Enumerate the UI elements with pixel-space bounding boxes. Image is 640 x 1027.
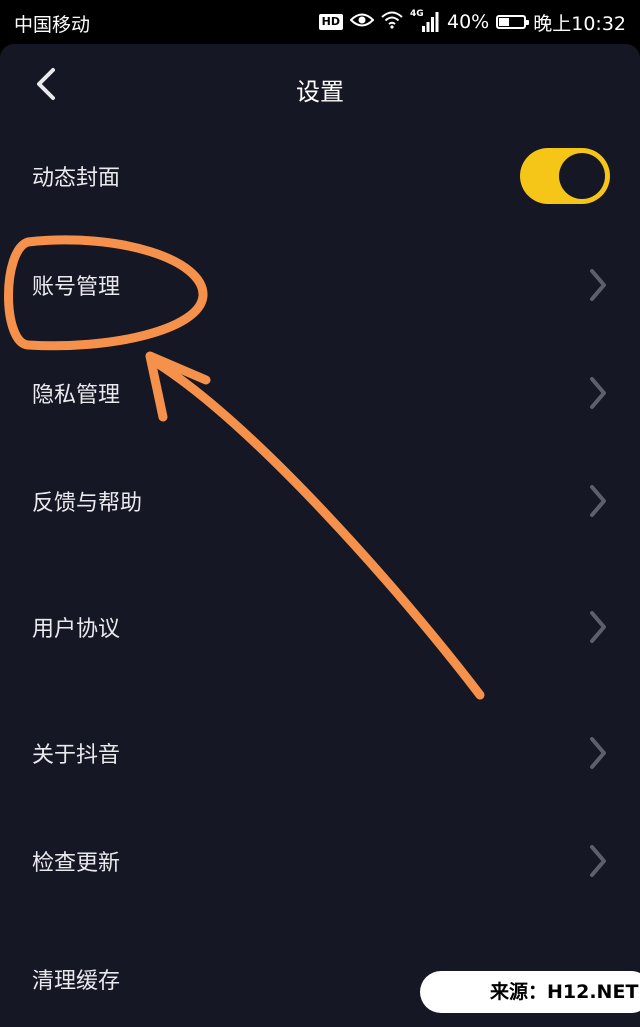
chevron-right-icon: [586, 267, 610, 303]
setting-row-label: 账号管理: [32, 275, 121, 300]
setting-row-check-update[interactable]: 检查更新: [0, 821, 640, 901]
battery-percent: 40%: [447, 11, 490, 33]
source-watermark: 来源：H12.NET: [420, 971, 640, 1013]
settings-sheet: 设置 动态封面 账号管理 隐私管理 反馈与帮助 用户协议 关于抖音 检查更新 清…: [0, 44, 640, 1027]
setting-row-label: 隐私管理: [32, 383, 121, 408]
wifi-icon: [381, 11, 403, 34]
signal-4g-icon: 4G: [410, 9, 440, 33]
setting-row-label: 用户协议: [32, 617, 121, 642]
setting-row-privacy-management[interactable]: 隐私管理: [0, 353, 640, 433]
chevron-right-icon: [586, 375, 610, 411]
setting-row-about-douyin[interactable]: 关于抖音: [0, 713, 640, 793]
page-title: 设置: [296, 78, 344, 106]
status-bar: 中国移动 HD 4G 40% 晚上10:32: [0, 0, 640, 44]
toggle-knob: [559, 153, 605, 199]
setting-row-account-management[interactable]: 账号管理: [0, 245, 640, 325]
chevron-right-icon: [586, 609, 610, 645]
setting-row-label: 反馈与帮助: [32, 491, 143, 516]
setting-row-dynamic-cover: 动态封面: [0, 136, 640, 216]
chevron-right-icon: [586, 483, 610, 519]
battery-icon: [496, 15, 530, 29]
eye-icon: [349, 11, 375, 33]
setting-row-feedback-help[interactable]: 反馈与帮助: [0, 461, 640, 541]
setting-row-label: 清理缓存: [32, 969, 121, 994]
hd-icon: HD: [318, 14, 343, 30]
carrier-name: 中国移动: [14, 14, 91, 36]
setting-row-label: 动态封面: [32, 166, 121, 191]
chevron-right-icon: [586, 735, 610, 771]
setting-row-label: 关于抖音: [32, 743, 121, 768]
battery-level-fill: [499, 18, 510, 26]
chevron-right-icon: [586, 843, 610, 879]
dynamic-cover-toggle[interactable]: [520, 148, 610, 204]
setting-row-label: 检查更新: [32, 851, 121, 876]
status-icons: HD 4G 40% 晚上10:32: [318, 8, 626, 36]
clock: 晚上10:32: [533, 12, 626, 35]
nav-header: 设置: [0, 44, 640, 134]
setting-row-user-agreement[interactable]: 用户协议: [0, 587, 640, 667]
